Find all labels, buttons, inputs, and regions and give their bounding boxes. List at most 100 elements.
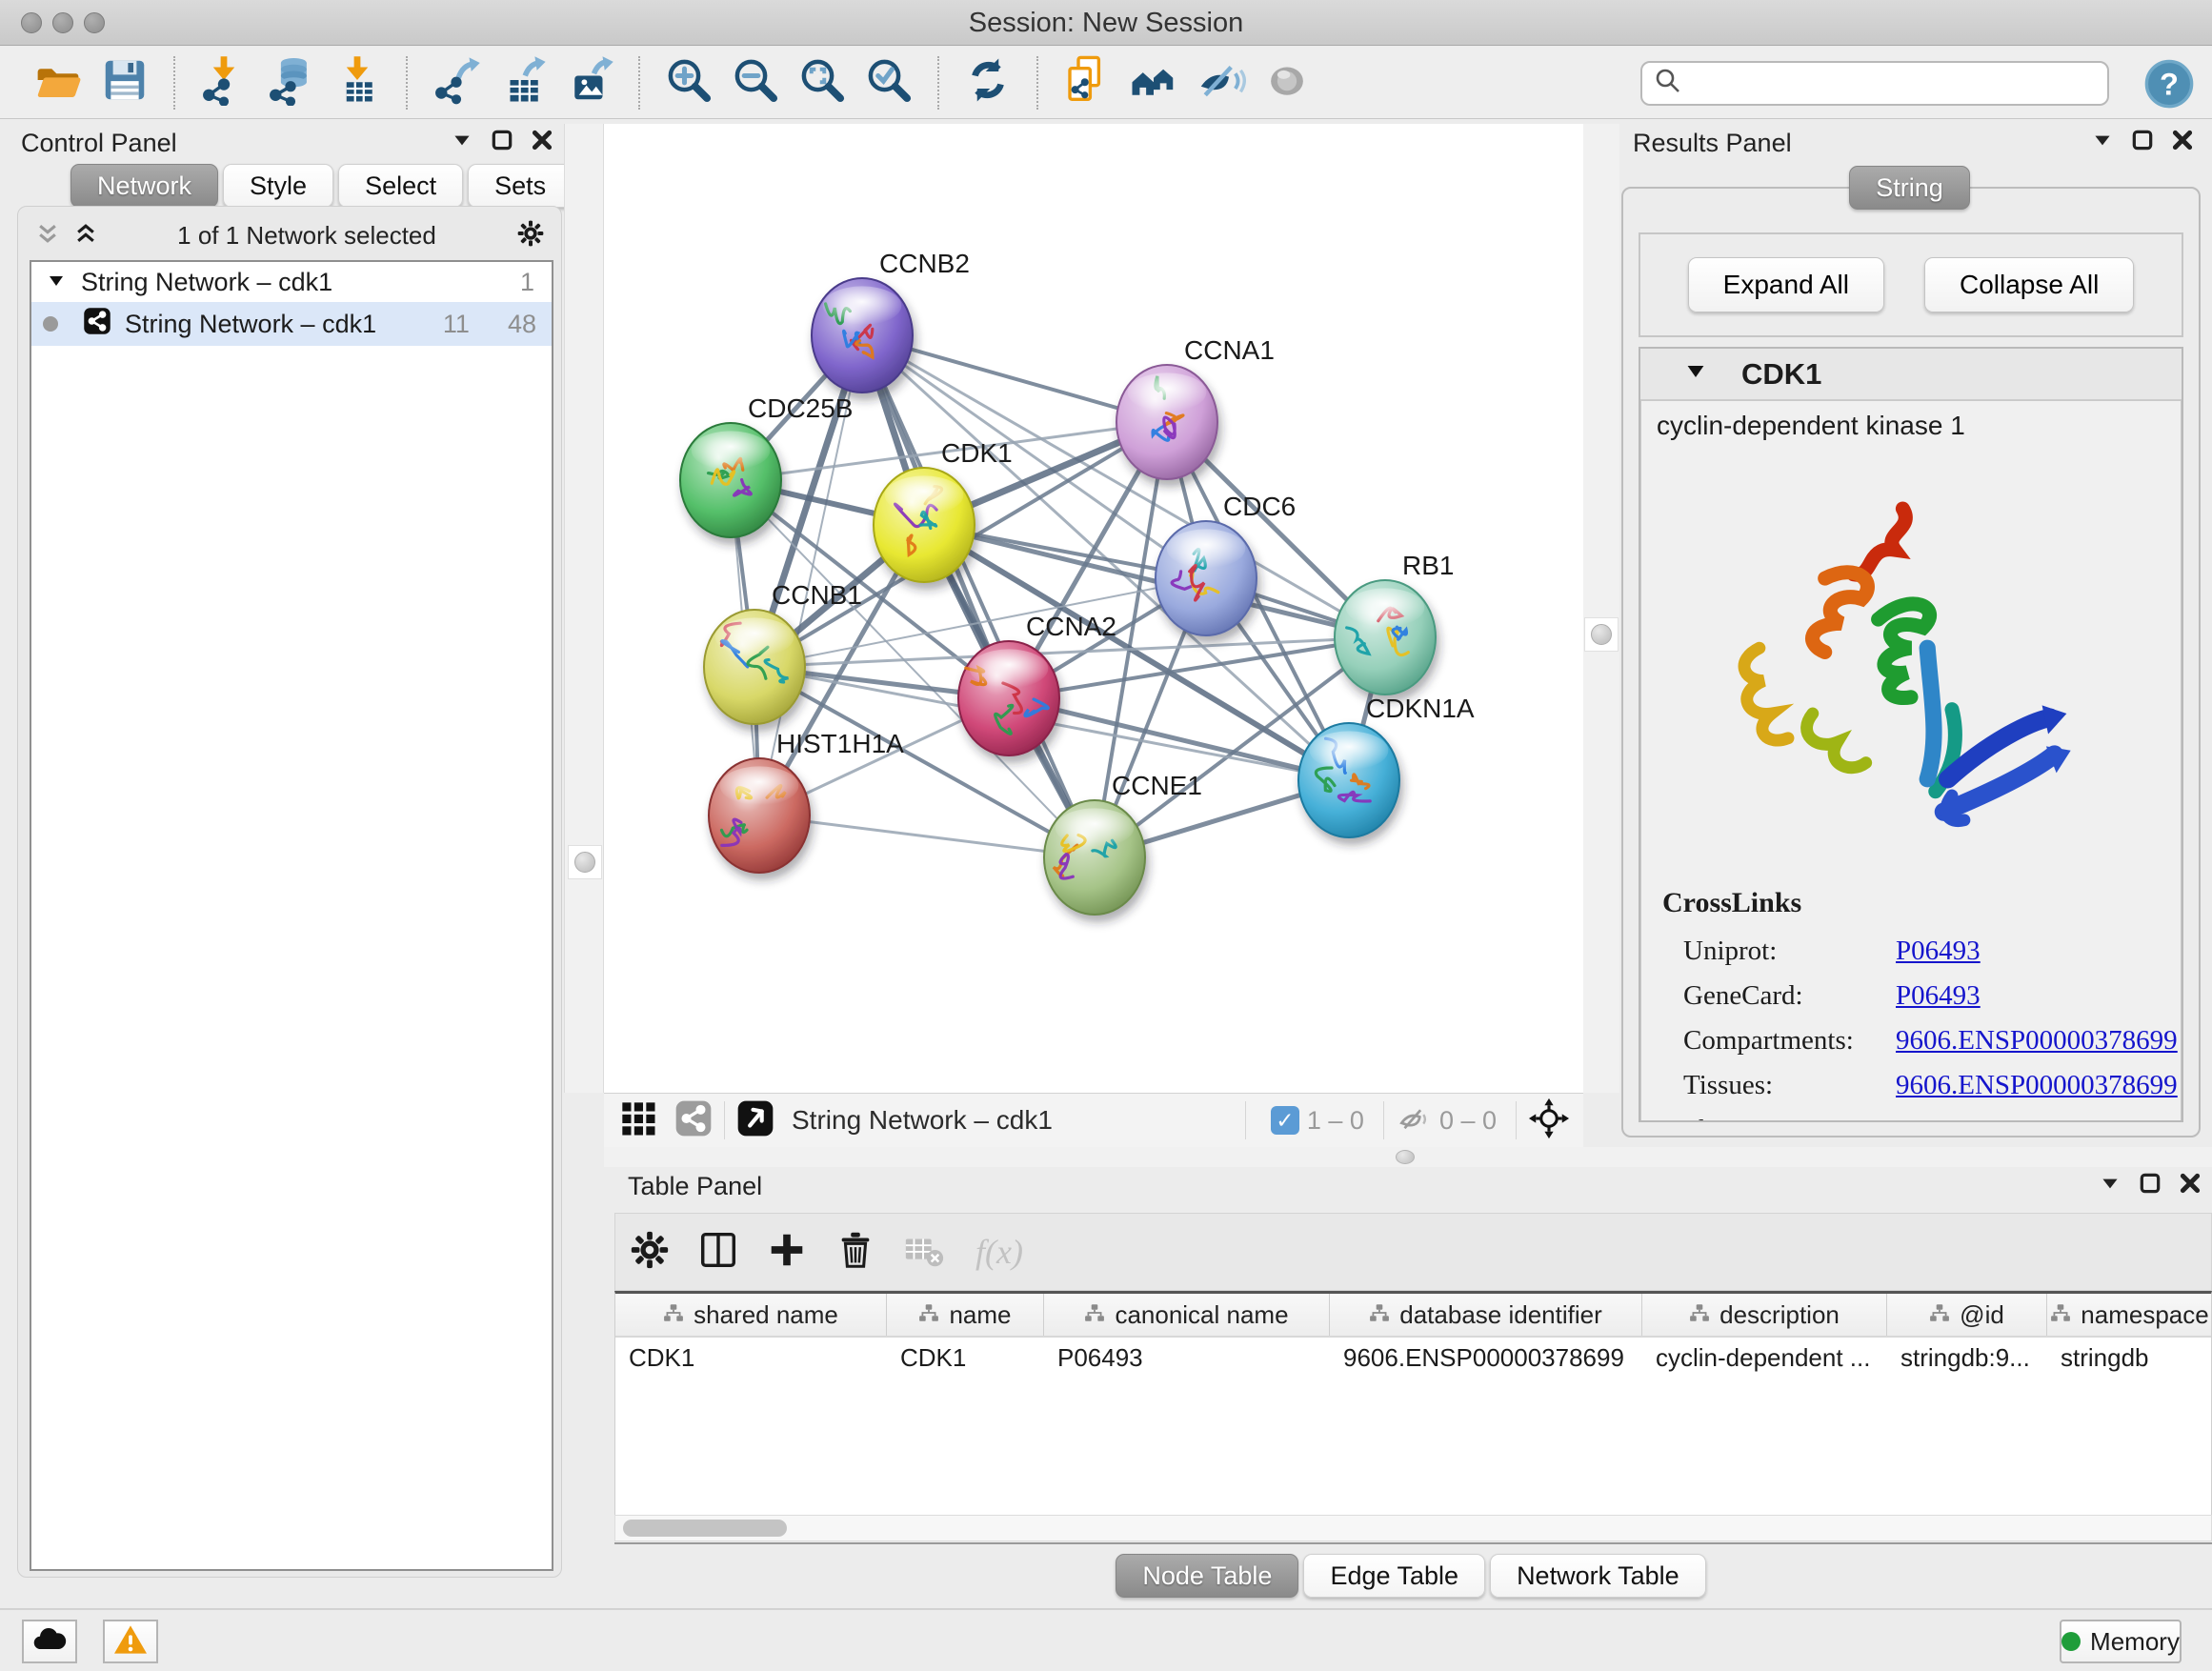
- panel-menu-caret-icon[interactable]: [450, 128, 474, 157]
- open-session-button[interactable]: [30, 55, 86, 111]
- panel-close-icon[interactable]: [2170, 128, 2195, 157]
- node-CDC25B[interactable]: CDC25B: [680, 393, 853, 537]
- crosslink-link[interactable]: P06493: [1896, 1115, 1981, 1122]
- table-cell[interactable]: CDK1: [615, 1338, 887, 1378]
- right-splitter-handle[interactable]: [1584, 617, 1619, 652]
- network-options-gear-icon[interactable]: [515, 218, 546, 253]
- tab-sets[interactable]: Sets: [468, 164, 573, 208]
- export-image-button[interactable]: [562, 55, 617, 111]
- tab-style[interactable]: Style: [223, 164, 333, 208]
- column-header-canonical-name[interactable]: canonical name: [1044, 1294, 1330, 1336]
- panel-float-icon[interactable]: [2130, 128, 2155, 157]
- warnings-button[interactable]: [103, 1620, 158, 1663]
- save-session-button[interactable]: [97, 55, 152, 111]
- import-network-file-button[interactable]: [196, 55, 251, 111]
- panel-float-icon[interactable]: [490, 128, 514, 157]
- panel-float-icon[interactable]: [2138, 1171, 2162, 1200]
- collapse-all-button[interactable]: Collapse All: [1924, 257, 2134, 312]
- apply-layout-refresh-button[interactable]: [960, 55, 1016, 111]
- column-header-description[interactable]: description: [1642, 1294, 1887, 1336]
- network-collection-row[interactable]: String Network – cdk1 1: [31, 262, 552, 302]
- zoom-fit-button[interactable]: [794, 55, 850, 111]
- tab-network[interactable]: Network: [70, 164, 218, 208]
- search-input[interactable]: [1682, 69, 2082, 98]
- export-table-button[interactable]: [495, 55, 551, 111]
- left-splitter[interactable]: [564, 124, 604, 1093]
- network-row[interactable]: String Network – cdk1 11 48: [31, 302, 552, 346]
- node-CCNE1[interactable]: CCNE1: [1044, 771, 1202, 915]
- column-header-database-identifier[interactable]: database identifier: [1330, 1294, 1642, 1336]
- left-splitter-handle[interactable]: [568, 845, 602, 879]
- show-all-button[interactable]: [1259, 55, 1315, 111]
- zoom-out-button[interactable]: [728, 55, 783, 111]
- bottom-splitter[interactable]: [604, 1147, 2212, 1167]
- node-CCNB2[interactable]: CCNB2: [812, 249, 970, 393]
- help-button[interactable]: ?: [2143, 58, 2195, 110]
- zoom-in-button[interactable]: [661, 55, 716, 111]
- selected-count-checkbox[interactable]: ✓: [1271, 1106, 1299, 1135]
- cloud-status-button[interactable]: [22, 1620, 77, 1663]
- duplicate-network-button[interactable]: [1059, 55, 1115, 111]
- pan-crosshair-icon[interactable]: [1528, 1097, 1570, 1144]
- expand-all-networks-icon[interactable]: [73, 221, 98, 251]
- global-search[interactable]: [1640, 61, 2109, 106]
- tab-node-table[interactable]: Node Table: [1116, 1554, 1298, 1598]
- crosslink-link[interactable]: 9606.ENSP00000378699: [1896, 1025, 2178, 1056]
- collapse-all-networks-icon[interactable]: [35, 221, 60, 251]
- panel-menu-caret-icon[interactable]: [2098, 1171, 2122, 1200]
- table-cell[interactable]: stringdb:9...: [1887, 1338, 2047, 1378]
- tab-network-table[interactable]: Network Table: [1490, 1554, 1706, 1598]
- zoom-selected-button[interactable]: [861, 55, 916, 111]
- node-CCNA1[interactable]: CCNA1: [1116, 335, 1275, 479]
- delete-column-button[interactable]: [831, 1227, 880, 1277]
- node-HIST1H1A[interactable]: HIST1H1A: [709, 729, 904, 873]
- tab-edge-table[interactable]: Edge Table: [1303, 1554, 1485, 1598]
- table-cell[interactable]: P06493: [1044, 1338, 1330, 1378]
- import-table-button[interactable]: [330, 55, 385, 111]
- node-table[interactable]: shared namenamecanonical namedatabase id…: [614, 1291, 2212, 1515]
- table-cell[interactable]: 9606.ENSP00000378699: [1330, 1338, 1642, 1378]
- table-cell[interactable]: cyclin-dependent ...: [1642, 1338, 1887, 1378]
- table-cell[interactable]: stringdb: [2047, 1338, 2212, 1378]
- panel-close-icon[interactable]: [2178, 1171, 2202, 1200]
- export-network-button[interactable]: [429, 55, 484, 111]
- column-header--id[interactable]: @id: [1887, 1294, 2047, 1336]
- grid-view-icon[interactable]: [619, 1099, 657, 1142]
- column-header-namespace[interactable]: namespace: [2047, 1294, 2212, 1336]
- add-column-button[interactable]: [762, 1227, 812, 1277]
- table-options-button[interactable]: [625, 1227, 674, 1277]
- table-cell[interactable]: CDK1: [887, 1338, 1044, 1378]
- crosslink-link[interactable]: 9606.ENSP00000378699: [1896, 1070, 2178, 1100]
- hide-selected-button[interactable]: [1193, 55, 1248, 111]
- tree-expander-icon[interactable]: [47, 268, 66, 297]
- string-network-graph[interactable]: CCNB2CCNA1CDC25BCDK1CDC6RB1CCNB1CCNA2CDK…: [604, 124, 1583, 1093]
- node-RB1[interactable]: RB1: [1335, 551, 1454, 695]
- table-horizontal-scrollbar[interactable]: [614, 1515, 2212, 1541]
- node-CDKN1A[interactable]: CDKN1A: [1298, 694, 1475, 837]
- column-header-name[interactable]: name: [887, 1294, 1044, 1336]
- node-CCNB1[interactable]: CCNB1: [704, 580, 862, 724]
- scrollbar-thumb[interactable]: [623, 1520, 787, 1537]
- share-view-icon[interactable]: [674, 1099, 713, 1142]
- column-header-shared-name[interactable]: shared name: [615, 1294, 887, 1336]
- tab-string[interactable]: String: [1849, 166, 1970, 210]
- node-CDK1[interactable]: CDK1: [874, 438, 1013, 582]
- gene-collapse-caret-icon[interactable]: [1684, 360, 1707, 388]
- panel-close-icon[interactable]: [530, 128, 554, 157]
- crosslink-link[interactable]: P06493: [1896, 936, 1981, 966]
- bottom-splitter-handle[interactable]: [1396, 1150, 1415, 1164]
- show-columns-button[interactable]: [694, 1227, 743, 1277]
- expand-all-button[interactable]: Expand All: [1688, 257, 1884, 312]
- memory-button[interactable]: Memory: [2060, 1620, 2182, 1663]
- home-networks-button[interactable]: [1126, 55, 1181, 111]
- import-network-database-button[interactable]: [263, 55, 318, 111]
- table-row[interactable]: CDK1CDK1P064939606.ENSP00000378699cyclin…: [615, 1338, 2211, 1378]
- crosslink-link[interactable]: P06493: [1896, 980, 1981, 1011]
- tab-select[interactable]: Select: [338, 164, 463, 208]
- node-CDC6[interactable]: CDC6: [1156, 492, 1296, 635]
- right-splitter[interactable]: [1583, 124, 1619, 1093]
- panel-menu-caret-icon[interactable]: [2090, 128, 2115, 157]
- edge-CCNB2-CCNE1[interactable]: [862, 335, 1095, 857]
- network-canvas[interactable]: CCNB2CCNA1CDC25BCDK1CDC6RB1CCNB1CCNA2CDK…: [604, 124, 1583, 1093]
- birds-eye-view-icon[interactable]: [736, 1099, 774, 1142]
